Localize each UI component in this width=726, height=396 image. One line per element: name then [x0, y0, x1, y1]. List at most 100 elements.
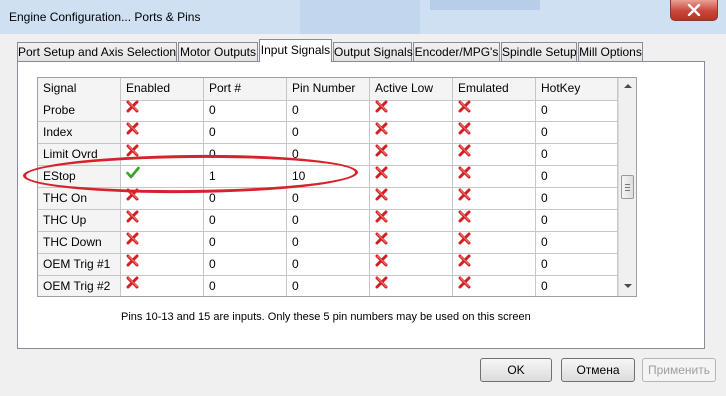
red-x-icon: [458, 188, 471, 208]
emulated-cell[interactable]: [453, 188, 536, 209]
emulated-cell[interactable]: [453, 166, 536, 187]
scroll-down-arrow-icon[interactable]: [624, 284, 632, 288]
active-low-cell[interactable]: [370, 100, 453, 121]
scroll-up-arrow-icon[interactable]: [624, 84, 632, 88]
emulated-cell[interactable]: [453, 254, 536, 275]
active-low-cell[interactable]: [370, 188, 453, 209]
hotkey-cell[interactable]: 0: [536, 210, 618, 231]
active-low-cell[interactable]: [370, 122, 453, 143]
column-header-emulated[interactable]: Emulated: [453, 78, 536, 100]
red-x-icon: [375, 232, 388, 252]
hotkey-cell[interactable]: 0: [536, 276, 618, 296]
enabled-cell[interactable]: [121, 122, 204, 143]
table-row[interactable]: THC Up 0 0 0: [38, 210, 618, 232]
active-low-cell[interactable]: [370, 232, 453, 253]
red-x-icon: [375, 188, 388, 208]
port-cell[interactable]: 0: [204, 210, 287, 231]
port-cell[interactable]: 0: [204, 276, 287, 296]
title-bar-decoration: [430, 0, 540, 10]
hotkey-cell[interactable]: 0: [536, 144, 618, 165]
hotkey-cell[interactable]: 0: [536, 254, 618, 275]
ok-button[interactable]: OK: [480, 358, 552, 382]
active-low-cell[interactable]: [370, 276, 453, 296]
close-icon: [687, 4, 701, 16]
red-x-icon: [375, 166, 388, 186]
emulated-cell[interactable]: [453, 276, 536, 296]
column-header-pin-number[interactable]: Pin Number: [287, 78, 370, 100]
table-row[interactable]: OEM Trig #2 0 0 0: [38, 276, 618, 296]
grip-line: [625, 190, 630, 191]
red-x-icon: [375, 276, 388, 296]
enabled-cell[interactable]: [121, 210, 204, 231]
red-x-icon: [458, 232, 471, 252]
table-row[interactable]: OEM Trig #1 0 0 0: [38, 254, 618, 276]
grid-header: Signal Enabled Port # Pin Number Active …: [38, 78, 618, 101]
pin-number-cell[interactable]: 0: [287, 100, 370, 121]
red-x-icon: [126, 254, 139, 274]
apply-button[interactable]: Применить: [642, 358, 716, 382]
tab-port-setup[interactable]: Port Setup and Axis Selection: [17, 42, 177, 61]
column-header-enabled[interactable]: Enabled: [121, 78, 204, 100]
emulated-cell[interactable]: [453, 122, 536, 143]
pin-number-cell[interactable]: 0: [287, 188, 370, 209]
red-x-icon: [375, 122, 388, 142]
grip-line: [625, 184, 630, 185]
pin-number-cell[interactable]: 0: [287, 276, 370, 296]
hotkey-cell[interactable]: 0: [536, 122, 618, 143]
table-row[interactable]: Probe 0 0 0: [38, 100, 618, 122]
signal-cell: OEM Trig #1: [38, 254, 121, 275]
port-cell[interactable]: 0: [204, 254, 287, 275]
enabled-cell[interactable]: [121, 276, 204, 296]
tab-encoder-mpgs[interactable]: Encoder/MPG's: [413, 42, 500, 61]
vertical-scrollbar[interactable]: [618, 78, 636, 296]
cancel-button[interactable]: Отмена: [561, 358, 635, 382]
emulated-cell[interactable]: [453, 100, 536, 121]
active-low-cell[interactable]: [370, 254, 453, 275]
pin-number-cell[interactable]: 0: [287, 122, 370, 143]
signal-cell: THC Up: [38, 210, 121, 231]
pin-number-cell[interactable]: 0: [287, 210, 370, 231]
active-low-cell[interactable]: [370, 166, 453, 187]
enabled-cell[interactable]: [121, 100, 204, 121]
emulated-cell[interactable]: [453, 210, 536, 231]
pin-number-cell[interactable]: 0: [287, 254, 370, 275]
tab-motor-outputs[interactable]: Motor Outputs: [178, 42, 258, 61]
red-x-icon: [458, 254, 471, 274]
red-x-icon: [126, 210, 139, 230]
signal-cell: Probe: [38, 100, 121, 121]
red-x-icon: [458, 276, 471, 296]
title-bar-decoration: [300, 0, 420, 34]
enabled-cell[interactable]: [121, 254, 204, 275]
enabled-cell[interactable]: [121, 232, 204, 253]
active-low-cell[interactable]: [370, 210, 453, 231]
column-header-port[interactable]: Port #: [204, 78, 287, 100]
active-low-cell[interactable]: [370, 144, 453, 165]
hotkey-cell[interactable]: 0: [536, 188, 618, 209]
port-cell[interactable]: 0: [204, 232, 287, 253]
red-x-icon: [126, 232, 139, 252]
tab-spindle-setup[interactable]: Spindle Setup: [501, 42, 577, 61]
pins-note: Pins 10-13 and 15 are inputs. Only these…: [121, 311, 531, 323]
tab-mill-options[interactable]: Mill Options: [578, 42, 643, 61]
grip-line: [625, 187, 630, 188]
hotkey-cell[interactable]: 0: [536, 100, 618, 121]
pin-number-cell[interactable]: 0: [287, 232, 370, 253]
port-cell[interactable]: 0: [204, 100, 287, 121]
emulated-cell[interactable]: [453, 232, 536, 253]
signal-cell: THC Down: [38, 232, 121, 253]
table-row[interactable]: Index 0 0 0: [38, 122, 618, 144]
column-header-hotkey[interactable]: HotKey: [536, 78, 618, 100]
hotkey-cell[interactable]: 0: [536, 232, 618, 253]
table-row[interactable]: THC Down 0 0 0: [38, 232, 618, 254]
scrollbar-thumb[interactable]: [621, 175, 634, 199]
tab-input-signals[interactable]: Input Signals: [259, 39, 332, 62]
red-x-icon: [458, 166, 471, 186]
tab-output-signals[interactable]: Output Signals: [333, 42, 413, 61]
red-x-icon: [126, 122, 139, 142]
hotkey-cell[interactable]: 0: [536, 166, 618, 187]
port-cell[interactable]: 0: [204, 122, 287, 143]
column-header-active-low[interactable]: Active Low: [370, 78, 453, 100]
emulated-cell[interactable]: [453, 144, 536, 165]
column-header-signal[interactable]: Signal: [38, 78, 121, 100]
close-button[interactable]: [670, 0, 718, 21]
